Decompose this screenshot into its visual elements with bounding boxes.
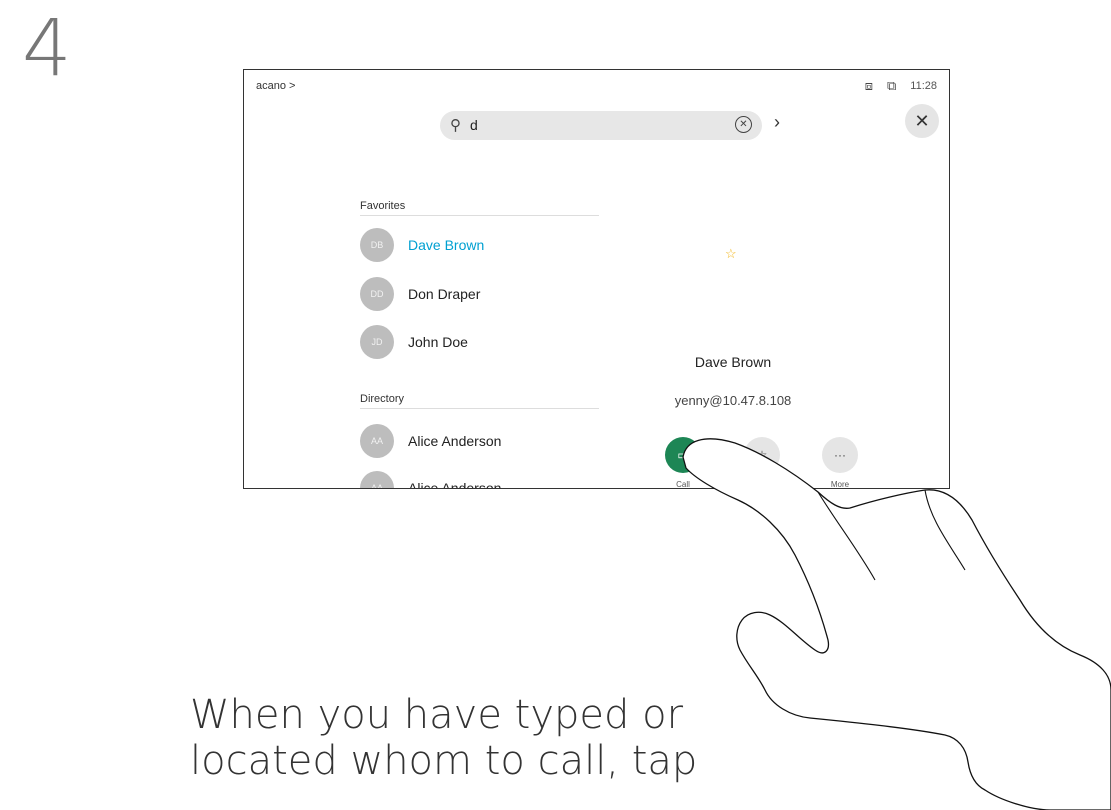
search-input[interactable]: ⚲ d ✕ bbox=[440, 111, 762, 140]
chevron-right-icon[interactable]: › bbox=[774, 112, 780, 133]
contact-name: Alice Anderson bbox=[408, 433, 502, 449]
selected-contact-address: yenny@10.47.8.108 bbox=[674, 393, 792, 408]
avatar: JD bbox=[360, 325, 394, 359]
video-camera-icon: ▭ bbox=[677, 448, 689, 462]
caption-line-2: located whom to call, tap bbox=[190, 738, 698, 784]
list-item[interactable]: JD John Doe bbox=[360, 325, 468, 359]
close-button[interactable]: ✕ bbox=[905, 104, 939, 138]
status-bar: ⧈ ⧉ 11:28 bbox=[865, 78, 937, 94]
list-item[interactable]: AA Alice Anderson bbox=[360, 471, 502, 489]
list-item[interactable]: DD Don Draper bbox=[360, 277, 480, 311]
avatar: DB bbox=[360, 228, 394, 262]
touch-panel-screen: acano > ⧈ ⧉ 11:28 ⚲ d ✕ › ✕ Favorites DB… bbox=[243, 69, 950, 489]
contact-name: Alice Anderson bbox=[408, 480, 502, 489]
camera-icon[interactable]: ⧈ bbox=[865, 78, 873, 94]
avatar: AA bbox=[360, 471, 394, 488]
step-number: 4 bbox=[22, 4, 72, 94]
list-item[interactable]: AA Alice Anderson bbox=[360, 424, 501, 458]
caption-line-1: When you have typed or bbox=[190, 692, 684, 738]
call-label: Call bbox=[676, 480, 690, 489]
contact-name: John Doe bbox=[408, 334, 468, 350]
favorite-star-icon[interactable]: ☆ bbox=[725, 246, 737, 262]
contact-name: Dave Brown bbox=[408, 237, 485, 253]
favorite-button[interactable]: ☆ bbox=[744, 437, 780, 473]
star-icon: ☆ bbox=[756, 448, 768, 462]
call-button[interactable]: ▭ bbox=[665, 437, 701, 473]
search-icon: ⚲ bbox=[450, 117, 461, 134]
more-button[interactable]: ··· bbox=[822, 437, 858, 473]
more-label: More bbox=[830, 480, 850, 489]
favorites-heading: Favorites bbox=[360, 200, 599, 216]
microphone-icon[interactable]: ⧉ bbox=[887, 78, 896, 94]
directory-heading: Directory bbox=[360, 393, 599, 409]
more-icon: ··· bbox=[834, 448, 846, 462]
instruction-caption: When you have typed or located whom to c… bbox=[190, 692, 697, 784]
avatar: AA bbox=[360, 424, 394, 458]
selected-contact-name: Dave Brown bbox=[694, 354, 772, 370]
avatar: DD bbox=[360, 277, 394, 311]
clock: 11:28 bbox=[910, 80, 937, 92]
clear-search-icon[interactable]: ✕ bbox=[735, 116, 752, 133]
list-item[interactable]: DB Dave Brown bbox=[360, 228, 484, 262]
search-query[interactable]: d bbox=[470, 117, 478, 133]
contact-name: Don Draper bbox=[408, 286, 481, 302]
breadcrumb[interactable]: acano > bbox=[256, 80, 295, 92]
